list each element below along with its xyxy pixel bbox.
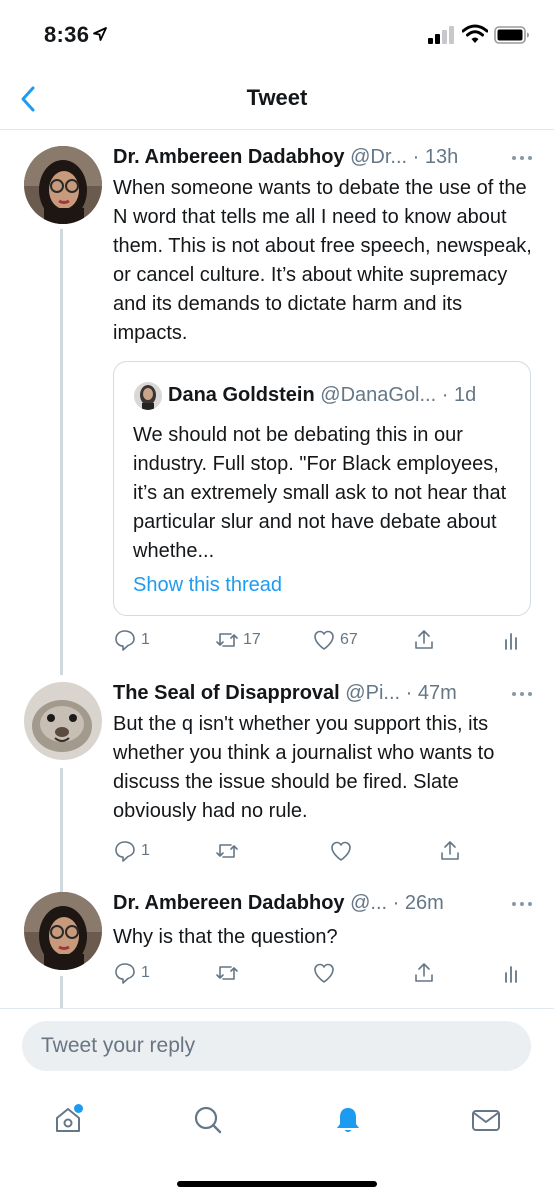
reply-icon — [115, 630, 135, 651]
tweet-text: When someone wants to debate the use of … — [113, 177, 532, 344]
author-name[interactable]: Dr. Ambereen Dadabhoy — [113, 892, 345, 914]
reply-input[interactable] — [22, 1021, 531, 1071]
retweet-icon — [216, 633, 238, 647]
author-handle[interactable]: @... — [350, 892, 387, 914]
reply-button[interactable]: 1 — [113, 625, 150, 655]
retweet-icon — [216, 966, 238, 980]
tweet-header: Dr. Ambereen Dadabhoy @... · 26m — [113, 892, 534, 922]
like-icon — [314, 963, 334, 983]
analytics-icon — [505, 633, 517, 650]
tweet-text: But the q isn't whether you support this… — [113, 713, 495, 822]
quote-author-name: Dana Goldstein — [168, 384, 315, 406]
notification-dot — [74, 1104, 83, 1113]
like-button[interactable] — [329, 836, 353, 866]
reply-count: 1 — [141, 964, 150, 981]
tab-notifications[interactable] — [328, 1100, 368, 1140]
author-name[interactable]: Dr. Ambereen Dadabhoy — [113, 146, 345, 168]
wifi-icon — [462, 24, 488, 43]
reply-icon — [115, 963, 135, 984]
tweet-actions: 1 17 67 — [113, 625, 533, 655]
retweet-button[interactable]: 17 — [215, 625, 261, 655]
signal-icon — [428, 26, 454, 44]
tab-search[interactable] — [188, 1100, 228, 1140]
quoted-tweet[interactable]: Dana Goldstein @DanaGol... · 1d We shoul… — [113, 361, 531, 616]
analytics-button[interactable] — [499, 958, 523, 988]
tweet-actions: 1 — [113, 836, 533, 866]
page-title: Tweet — [246, 85, 308, 110]
like-icon — [314, 630, 334, 650]
reply-icon — [115, 841, 135, 862]
author-handle[interactable]: @Dr... — [350, 146, 407, 168]
home-indicator — [177, 1181, 377, 1187]
notifications-bell-icon — [337, 1108, 359, 1132]
share-button[interactable] — [412, 958, 436, 988]
like-button[interactable] — [312, 958, 336, 988]
location-arrow-icon — [93, 27, 107, 41]
analytics-icon — [505, 966, 517, 983]
retweet-button[interactable] — [215, 958, 239, 988]
tweet[interactable]: The Seal of Disapproval @Pi... · 47m But… — [0, 682, 554, 872]
tab-bar — [0, 1090, 554, 1200]
quote-avatar — [134, 382, 162, 410]
like-count: 67 — [340, 631, 358, 648]
avatar[interactable] — [24, 892, 102, 970]
author-name[interactable]: The Seal of Disapproval — [113, 682, 340, 704]
like-button[interactable]: 67 — [312, 625, 358, 655]
timestamp: · 26m — [392, 892, 444, 914]
reply-count: 1 — [141, 842, 150, 859]
author-handle[interactable]: @Pi... — [345, 682, 400, 704]
reply-button[interactable]: 1 — [113, 958, 150, 988]
quote-header: Dana Goldstein @DanaGol... · 1d — [168, 384, 476, 407]
timestamp: · 13h — [412, 146, 459, 168]
more-icon[interactable] — [510, 148, 534, 168]
analytics-button[interactable] — [499, 625, 523, 655]
tab-home[interactable] — [48, 1100, 88, 1140]
retweet-count: 17 — [243, 631, 261, 648]
tweet-text: Why is that the question? — [113, 926, 338, 948]
reply-count: 1 — [141, 631, 150, 648]
battery-icon — [494, 26, 529, 44]
share-button[interactable] — [412, 625, 436, 655]
share-icon — [441, 841, 459, 860]
reply-button[interactable]: 1 — [113, 836, 150, 866]
tweet[interactable]: Dr. Ambereen Dadabhoy @... · 26m Why is … — [0, 892, 554, 1002]
avatar[interactable] — [24, 146, 102, 224]
quote-timestamp: · 1d — [441, 384, 477, 406]
tab-messages[interactable] — [466, 1100, 506, 1140]
avatar[interactable] — [24, 682, 102, 760]
tweet-actions: 1 — [113, 958, 533, 988]
status-bar: 8:36 — [0, 0, 554, 70]
timestamp: · 47m — [405, 682, 457, 704]
share-icon — [415, 630, 433, 649]
nav-bar: Tweet — [0, 70, 554, 130]
retweet-button[interactable] — [215, 836, 239, 866]
quote-text: We should not be debating this in our in… — [133, 424, 507, 562]
show-thread-link[interactable]: Show this thread — [133, 574, 282, 597]
more-icon[interactable] — [510, 684, 534, 704]
messages-icon — [472, 1110, 500, 1131]
share-icon — [415, 963, 433, 982]
like-icon — [331, 841, 351, 861]
tweet-header: The Seal of Disapproval @Pi... · 47m — [113, 682, 534, 712]
reply-composer — [0, 1008, 554, 1088]
more-icon[interactable] — [510, 894, 534, 914]
status-time: 8:36 — [44, 22, 90, 47]
quote-author-handle: @DanaGol... — [320, 384, 437, 406]
share-button[interactable] — [438, 836, 462, 866]
search-icon — [194, 1106, 222, 1134]
tweet-header: Dr. Ambereen Dadabhoy @Dr... · 13h — [113, 146, 534, 176]
retweet-icon — [216, 844, 238, 858]
